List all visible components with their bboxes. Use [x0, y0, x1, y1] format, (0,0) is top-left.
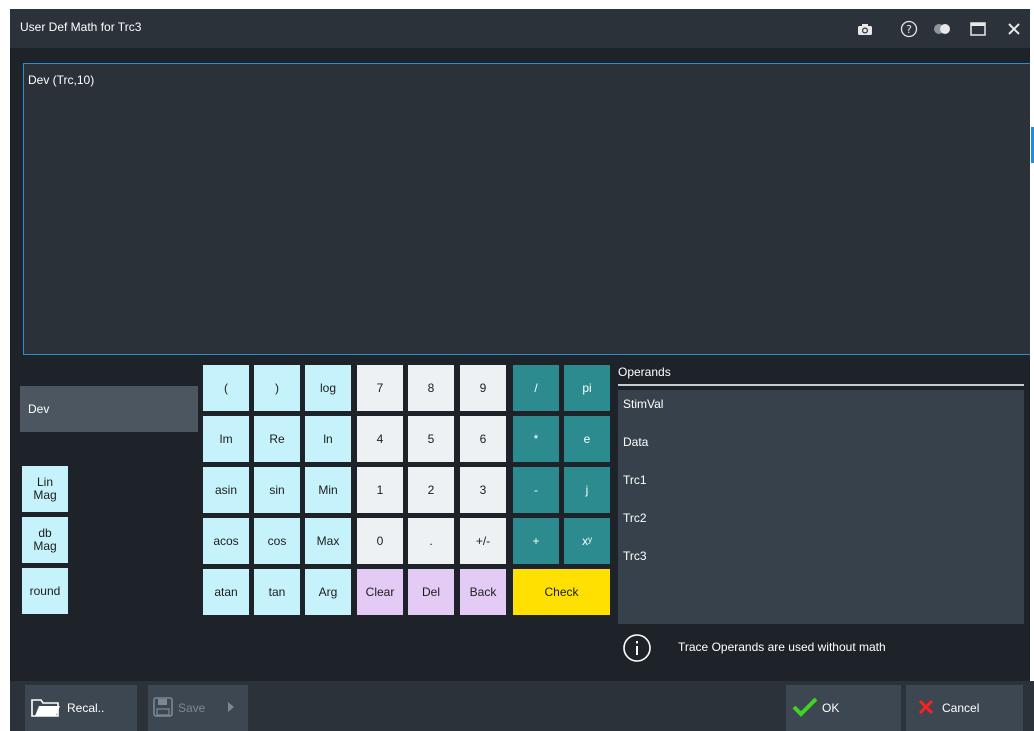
- key-plus[interactable]: +: [513, 518, 559, 564]
- function-db-mag-label: db Mag: [33, 526, 57, 553]
- key-sin[interactable]: sin: [254, 467, 300, 513]
- function-lin-mag[interactable]: Lin Mag: [22, 466, 68, 512]
- check-button[interactable]: Check: [513, 569, 610, 615]
- ok-label: OK: [822, 701, 840, 715]
- arrow-right-icon: [227, 701, 235, 715]
- ok-button[interactable]: OK: [786, 685, 901, 731]
- key-3[interactable]: 3: [460, 467, 506, 513]
- svg-text:?: ?: [906, 23, 912, 36]
- key-e[interactable]: e: [564, 416, 610, 462]
- maximize-icon[interactable]: [966, 17, 990, 41]
- toggle-icon[interactable]: [930, 17, 954, 41]
- key-2[interactable]: 2: [408, 467, 454, 513]
- key-4[interactable]: 4: [357, 416, 403, 462]
- info-text: Trace Operands are used without math: [678, 640, 886, 654]
- key-re[interactable]: Re: [254, 416, 300, 462]
- info-icon: [622, 633, 652, 663]
- key-log[interactable]: log: [305, 365, 351, 411]
- save-label: Save: [178, 701, 206, 715]
- key-open-paren[interactable]: (: [203, 365, 249, 411]
- camera-icon[interactable]: [853, 17, 877, 41]
- operands-divider: [618, 384, 1024, 386]
- close-icon[interactable]: [1002, 17, 1026, 41]
- key-pi[interactable]: pi: [564, 365, 610, 411]
- key-max[interactable]: Max: [305, 518, 351, 564]
- key-acos[interactable]: acos: [203, 518, 249, 564]
- back-button[interactable]: Back: [460, 569, 506, 615]
- key-tan[interactable]: tan: [254, 569, 300, 615]
- folder-icon: [31, 696, 61, 721]
- delete-button[interactable]: Del: [408, 569, 454, 615]
- save-button[interactable]: Save: [148, 685, 248, 731]
- key-decimal[interactable]: .: [408, 518, 454, 564]
- clear-button[interactable]: Clear: [357, 569, 403, 615]
- key-cos[interactable]: cos: [254, 518, 300, 564]
- title-bar: User Def Math for Trc3 ?: [10, 9, 1034, 48]
- recall-button[interactable]: Recal..: [25, 685, 137, 731]
- key-0[interactable]: 0: [357, 518, 403, 564]
- function-db-mag[interactable]: db Mag: [22, 517, 68, 563]
- key-ln[interactable]: ln: [305, 416, 351, 462]
- window-title: User Def Math for Trc3: [20, 20, 142, 34]
- key-9[interactable]: 9: [460, 365, 506, 411]
- key-minus[interactable]: -: [513, 467, 559, 513]
- operand-trc3[interactable]: Trc3: [623, 549, 647, 563]
- key-8[interactable]: 8: [408, 365, 454, 411]
- key-close-paren[interactable]: ): [254, 365, 300, 411]
- save-icon: [153, 696, 173, 720]
- function-round[interactable]: round: [22, 568, 68, 614]
- key-7[interactable]: 7: [357, 365, 403, 411]
- cancel-button[interactable]: Cancel: [906, 685, 1023, 731]
- key-arg[interactable]: Arg: [305, 569, 351, 615]
- key-5[interactable]: 5: [408, 416, 454, 462]
- key-asin[interactable]: asin: [203, 467, 249, 513]
- expression-editor[interactable]: Dev (Trc,10): [23, 63, 1031, 355]
- key-divide[interactable]: /: [513, 365, 559, 411]
- operand-trc2[interactable]: Trc2: [623, 511, 647, 525]
- key-6[interactable]: 6: [460, 416, 506, 462]
- checkmark-icon: [792, 697, 818, 720]
- help-icon[interactable]: ?: [897, 17, 921, 41]
- operand-stimval[interactable]: StimVal: [623, 397, 663, 411]
- function-round-label: round: [29, 583, 61, 598]
- key-power[interactable]: xʸ: [564, 518, 610, 564]
- key-min[interactable]: Min: [305, 467, 351, 513]
- recall-label: Recal..: [67, 701, 105, 715]
- key-im[interactable]: Im: [203, 416, 249, 462]
- key-multiply[interactable]: *: [513, 416, 559, 462]
- operand-trc1[interactable]: Trc1: [623, 473, 647, 487]
- operand-data[interactable]: Data: [623, 435, 648, 449]
- key-atan[interactable]: atan: [203, 569, 249, 615]
- operands-list: StimVal Data Trc1 Trc2 Trc3: [618, 390, 1024, 624]
- function-dev-label: Dev: [28, 402, 50, 416]
- cancel-label: Cancel: [942, 701, 980, 715]
- function-lin-mag-label: Lin Mag: [33, 475, 57, 502]
- expression-text: Dev (Trc,10): [28, 73, 95, 87]
- key-plus-minus[interactable]: +/-: [460, 518, 506, 564]
- key-1[interactable]: 1: [357, 467, 403, 513]
- key-j[interactable]: j: [564, 467, 610, 513]
- operands-label: Operands: [618, 365, 671, 379]
- function-dev[interactable]: Dev: [20, 386, 198, 432]
- dialog-window: User Def Math for Trc3 ? Dev (Trc,10) De…: [10, 9, 1034, 731]
- cancel-x-icon: [918, 699, 934, 718]
- right-edge-strip: [1030, 9, 1034, 731]
